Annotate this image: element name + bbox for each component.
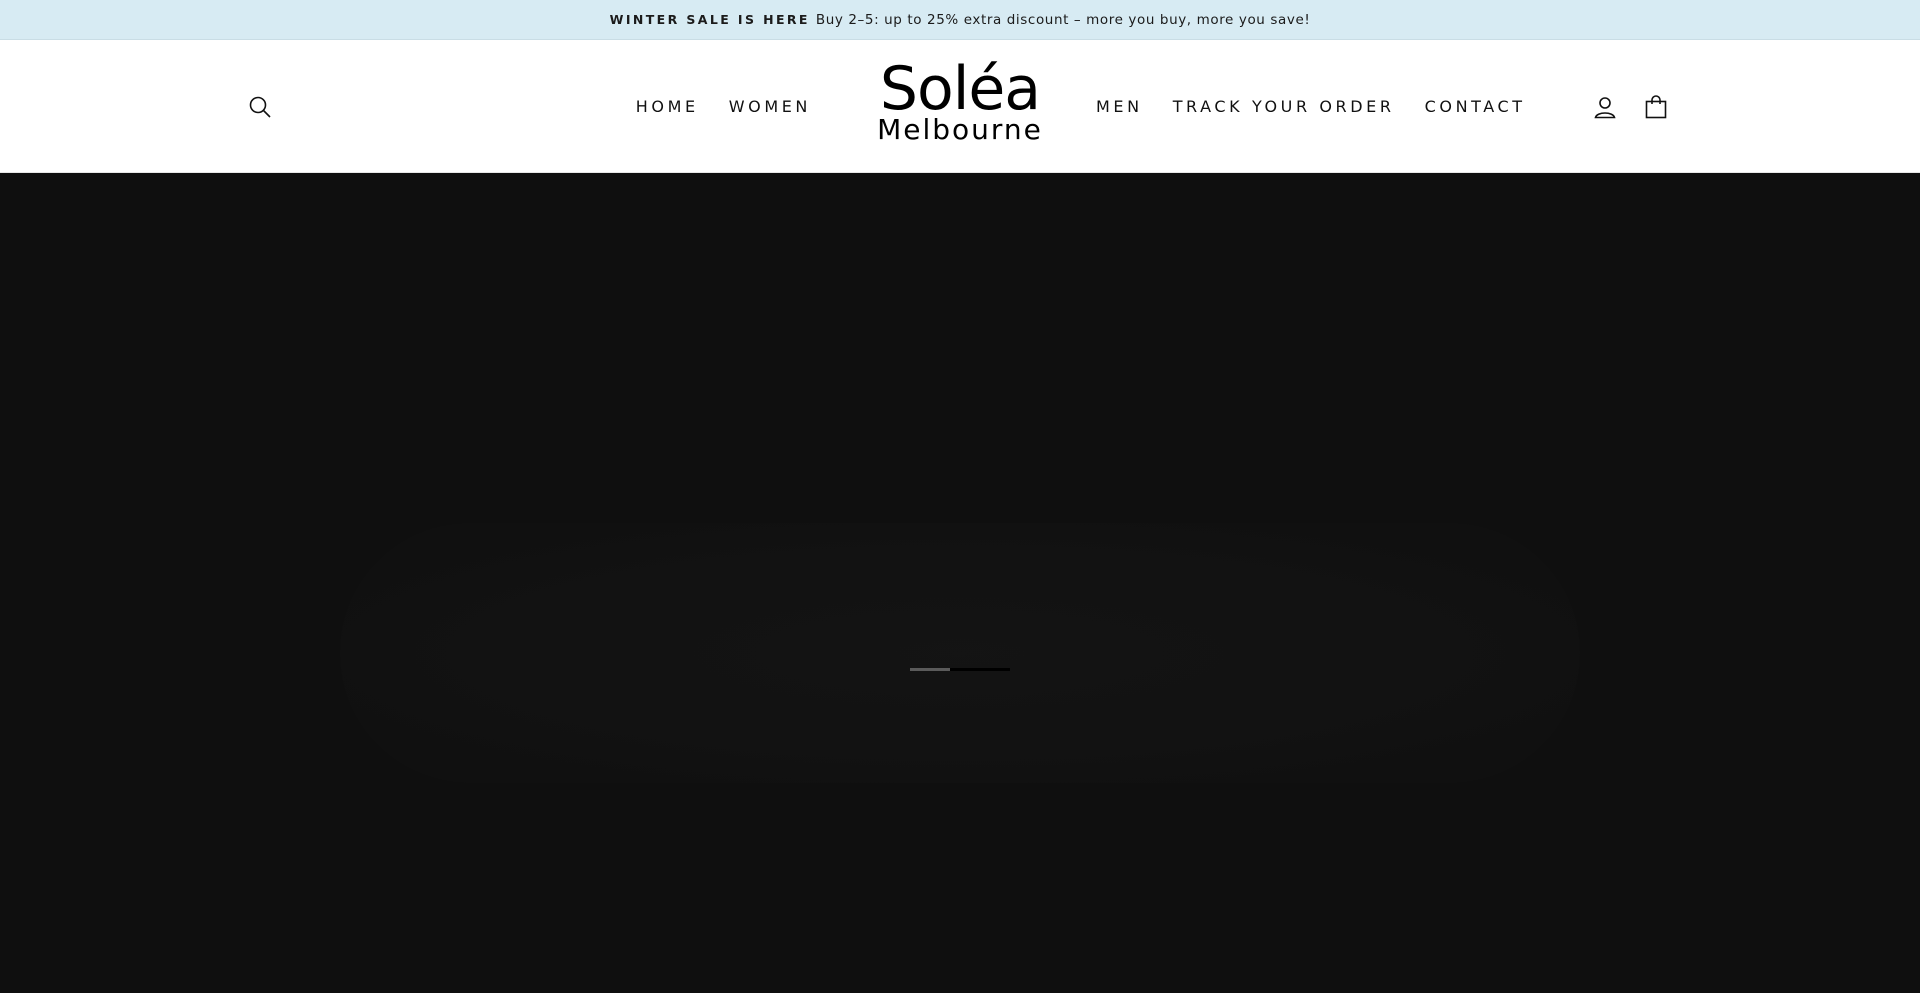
hero-image-placeholder bbox=[340, 523, 1580, 783]
hero-slideshow bbox=[0, 173, 1920, 993]
nav-contact[interactable]: CONTACT bbox=[1410, 97, 1541, 116]
logo-brand: Soléa bbox=[879, 54, 1041, 124]
search-icon bbox=[249, 96, 271, 118]
nav-home[interactable]: HOME bbox=[621, 97, 714, 116]
slide-dot-1[interactable] bbox=[910, 668, 950, 671]
nav-track-order[interactable]: TRACK YOUR ORDER bbox=[1158, 97, 1410, 116]
nav-men[interactable]: MEN bbox=[1081, 97, 1158, 116]
slideshow-pagination bbox=[910, 668, 1010, 671]
slide-dot-2[interactable] bbox=[950, 668, 1010, 671]
announcement-text: Buy 2–5: up to 25% extra discount – more… bbox=[815, 11, 1311, 28]
cart-button[interactable] bbox=[1641, 92, 1671, 122]
announcement-bar: WINTER SALE IS HERE Buy 2–5: up to 25% e… bbox=[0, 0, 1920, 40]
search-button[interactable] bbox=[248, 92, 272, 122]
bag-icon bbox=[1645, 95, 1667, 119]
site-header: HOME WOMEN Soléa Melbourne MEN TRACK YOU… bbox=[0, 40, 1920, 173]
logo-city: Melbourne bbox=[877, 113, 1043, 146]
announcement-highlight: WINTER SALE IS HERE bbox=[609, 12, 810, 27]
nav-women[interactable]: WOMEN bbox=[714, 97, 826, 116]
primary-nav-right: MEN TRACK YOUR ORDER CONTACT bbox=[1081, 40, 1541, 173]
primary-nav-left: HOME WOMEN bbox=[621, 40, 826, 173]
account-button[interactable] bbox=[1590, 92, 1620, 122]
site-logo[interactable]: Soléa Melbourne bbox=[860, 58, 1060, 162]
user-icon bbox=[1594, 97, 1616, 119]
